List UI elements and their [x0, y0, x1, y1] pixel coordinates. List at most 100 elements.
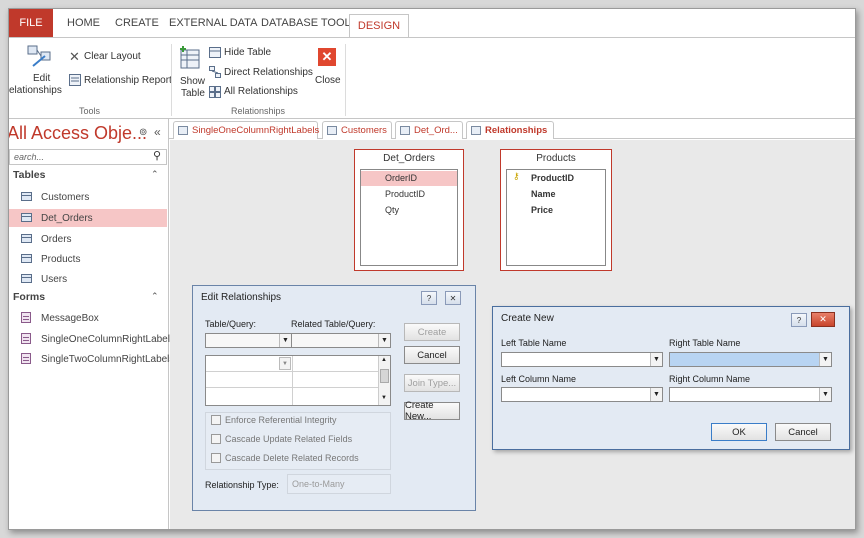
table-icon — [400, 126, 410, 135]
tab-design[interactable]: DESIGN — [349, 14, 409, 37]
cascade-update-label: Cascade Update Related Fields — [225, 434, 353, 444]
create-new-button[interactable]: Create New... — [404, 400, 460, 422]
dropdown-arrow-icon: ▼ — [819, 353, 831, 366]
nav-pane-title[interactable]: All Access Obje... — [9, 123, 147, 144]
tab-database-tools[interactable]: DATABASE TOOLS — [261, 17, 358, 29]
cancel-button[interactable]: Cancel — [404, 346, 460, 364]
form-icon — [21, 333, 31, 344]
left-table-name-select[interactable]: ▼ — [501, 352, 663, 367]
tab-home[interactable]: HOME — [67, 17, 100, 29]
right-table-name-label: Right Table Name — [669, 338, 741, 348]
all-relationships-label: All Relationships — [224, 86, 298, 97]
nav-collapse-icon[interactable]: « — [154, 125, 161, 139]
close-button[interactable]: ✕ — [445, 291, 461, 305]
dropdown-arrow-icon: ▼ — [378, 334, 390, 347]
cascade-delete-checkbox[interactable]: Cascade Delete Related Records — [211, 453, 359, 463]
table-query-label: Table/Query: — [205, 319, 257, 329]
relationships-icon — [471, 126, 481, 135]
edit-relationships-dialog: Edit Relationships ? ✕ Table/Query: Rela… — [192, 285, 476, 511]
create-new-dialog: Create New ? ✕ Left Table Name Right Tab… — [492, 306, 850, 450]
nav-item-products[interactable]: Products — [9, 250, 167, 268]
tab-file[interactable]: FILE — [9, 9, 53, 37]
doc-tab-label: Customers — [341, 125, 387, 136]
clear-layout-label: Clear Layout — [84, 51, 141, 62]
collapse-forms-icon[interactable]: ⌃ — [151, 291, 159, 302]
field-price[interactable]: Price — [531, 205, 553, 215]
tab-create[interactable]: CREATE — [115, 17, 159, 29]
enforce-integrity-checkbox[interactable]: Enforce Referential Integrity — [211, 415, 337, 425]
search-icon[interactable]: ⚲ — [153, 149, 161, 162]
nav-item-label: SingleOneColumnRightLabels — [41, 333, 175, 345]
tab-external-data[interactable]: EXTERNAL DATA — [169, 17, 257, 29]
grid-scrollbar[interactable]: ▲ ▼ — [378, 356, 390, 405]
nav-item-customers[interactable]: Customers — [9, 188, 167, 206]
right-table-name-select[interactable]: ▼ — [669, 352, 832, 367]
collapse-tables-icon[interactable]: ⌃ — [151, 169, 159, 180]
scroll-down-icon[interactable]: ▼ — [381, 395, 387, 401]
grid-divider — [206, 371, 378, 372]
doc-tab-single-one-column[interactable]: SingleOneColumnRightLabels — [173, 121, 319, 139]
nav-search-input[interactable]: earch... — [9, 149, 167, 165]
close-label: Close — [315, 75, 341, 86]
table-icon — [21, 234, 32, 243]
help-button[interactable]: ? — [791, 313, 807, 327]
navigation-pane: All Access Obje... ⊚ « earch... ⚲ Tables… — [9, 119, 175, 529]
left-table-name-label: Left Table Name — [501, 338, 567, 348]
join-type-button[interactable]: Join Type... — [404, 374, 460, 392]
cascade-update-checkbox[interactable]: Cascade Update Related Fields — [211, 434, 352, 444]
nav-item-label: MessageBox — [41, 312, 99, 324]
scroll-up-icon[interactable]: ▲ — [381, 357, 387, 363]
nav-item-det-orders[interactable]: Det_Orders — [9, 209, 167, 227]
show-table-label-2: Table — [181, 88, 205, 99]
field-qty[interactable]: Qty — [385, 205, 399, 215]
right-column-name-select[interactable]: ▼ — [669, 387, 832, 402]
table-query-select[interactable]: ▼ — [205, 333, 292, 348]
close-button[interactable]: ✕ — [811, 312, 835, 327]
field-mapping-grid[interactable]: ▼ ▲ ▼ — [205, 355, 391, 406]
tools-group-label: Tools — [79, 106, 101, 116]
nav-menu-chevron-icon[interactable]: ⊚ — [139, 127, 147, 138]
nav-item-single-one-column[interactable]: SingleOneColumnRightLabels — [9, 330, 175, 348]
grid-dropdown-icon[interactable]: ▼ — [279, 357, 291, 370]
field-orderid[interactable]: OrderID — [385, 173, 417, 183]
relationships-canvas[interactable]: Det_Orders OrderID ProductID Qty Product… — [170, 140, 855, 529]
doc-tab-customers[interactable]: Customers — [322, 121, 392, 139]
table-icon — [21, 192, 32, 201]
doc-tab-det-orders[interactable]: Det_Ord... — [395, 121, 463, 139]
nav-item-label: Det_Orders — [41, 212, 93, 224]
report-icon — [69, 74, 81, 86]
right-column-name-label: Right Column Name — [669, 374, 751, 384]
nav-section-forms[interactable]: Forms — [13, 291, 45, 303]
products-title: Products — [536, 153, 576, 164]
scroll-thumb[interactable] — [380, 369, 389, 383]
det-orders-table-box[interactable]: Det_Orders OrderID ProductID Qty — [354, 149, 464, 271]
nav-item-label: SingleTwoColumnRightLabels — [41, 353, 175, 365]
field-name[interactable]: Name — [531, 189, 556, 199]
table-icon — [327, 126, 337, 135]
direct-relationships-label: Direct Relationships — [224, 67, 313, 78]
dropdown-arrow-icon: ▼ — [650, 388, 662, 401]
create-button[interactable]: Create — [404, 323, 460, 341]
help-button[interactable]: ? — [421, 291, 437, 305]
ribbon: Edit elationships ✕ Clear Layout Relatio… — [9, 37, 855, 119]
nav-section-tables[interactable]: Tables — [13, 169, 45, 181]
field-productid[interactable]: ProductID — [531, 173, 574, 183]
nav-item-users[interactable]: Users — [9, 270, 167, 288]
ok-button[interactable]: OK — [711, 423, 767, 441]
nav-item-label: Customers — [41, 191, 90, 203]
hide-table-label: Hide Table — [224, 47, 272, 58]
form-icon — [21, 353, 31, 364]
left-column-name-select[interactable]: ▼ — [501, 387, 663, 402]
related-table-query-select[interactable]: ▼ — [291, 333, 391, 348]
doc-tab-label: Det_Ord... — [414, 125, 458, 136]
nav-item-messagebox[interactable]: MessageBox — [9, 309, 167, 327]
doc-tab-relationships[interactable]: Relationships — [466, 121, 554, 139]
products-table-box[interactable]: Products ⚷ ProductID Name Price — [500, 149, 612, 271]
det-orders-title: Det_Orders — [383, 153, 435, 164]
nav-item-orders[interactable]: Orders — [9, 230, 167, 248]
cancel-button[interactable]: Cancel — [775, 423, 831, 441]
form-icon — [178, 126, 188, 135]
edit-relationships-label-2: elationships — [9, 85, 62, 96]
nav-item-single-two-column[interactable]: SingleTwoColumnRightLabels — [9, 350, 174, 368]
field-productid[interactable]: ProductID — [385, 189, 425, 199]
